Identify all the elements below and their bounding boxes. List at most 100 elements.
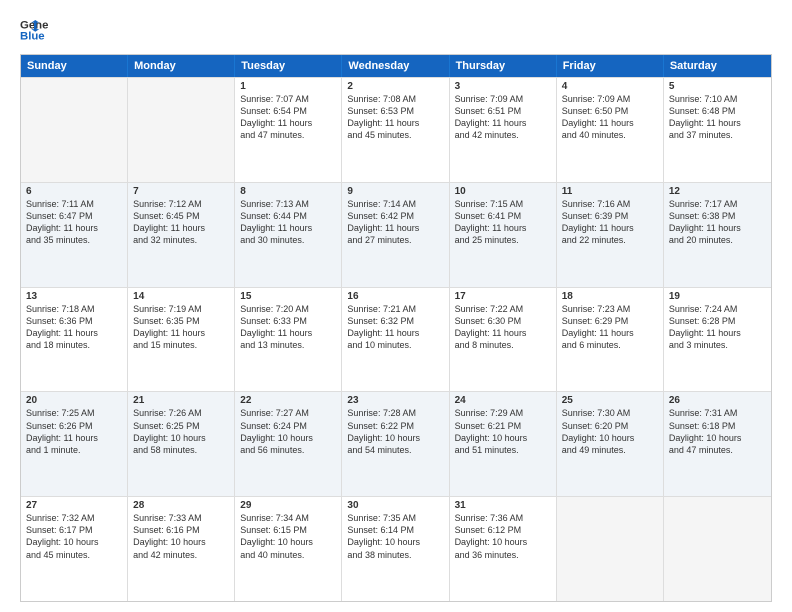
day-number: 19 bbox=[669, 291, 766, 302]
cell-line: Sunrise: 7:36 AM bbox=[455, 512, 551, 524]
cell-line: and 54 minutes. bbox=[347, 444, 443, 456]
cell-line: Sunset: 6:50 PM bbox=[562, 105, 658, 117]
day-number: 18 bbox=[562, 291, 658, 302]
cell-line: Sunset: 6:45 PM bbox=[133, 210, 229, 222]
cell-line: Sunrise: 7:16 AM bbox=[562, 198, 658, 210]
cell-line: Daylight: 11 hours bbox=[26, 222, 122, 234]
cell-line: Daylight: 11 hours bbox=[669, 222, 766, 234]
cell-line: and 3 minutes. bbox=[669, 339, 766, 351]
day-number: 31 bbox=[455, 500, 551, 511]
calendar-row-5: 27Sunrise: 7:32 AMSunset: 6:17 PMDayligh… bbox=[21, 496, 771, 601]
cal-cell-day-14: 14Sunrise: 7:19 AMSunset: 6:35 PMDayligh… bbox=[128, 288, 235, 392]
cell-line: Sunset: 6:32 PM bbox=[347, 315, 443, 327]
day-number: 28 bbox=[133, 500, 229, 511]
cal-cell-day-9: 9Sunrise: 7:14 AMSunset: 6:42 PMDaylight… bbox=[342, 183, 449, 287]
cell-line: Sunset: 6:21 PM bbox=[455, 420, 551, 432]
day-number: 15 bbox=[240, 291, 336, 302]
cell-line: Daylight: 11 hours bbox=[562, 117, 658, 129]
cell-line: and 42 minutes. bbox=[455, 129, 551, 141]
cal-cell-day-30: 30Sunrise: 7:35 AMSunset: 6:14 PMDayligh… bbox=[342, 497, 449, 601]
cell-line: Sunset: 6:16 PM bbox=[133, 524, 229, 536]
cell-line: Daylight: 11 hours bbox=[455, 222, 551, 234]
day-number: 10 bbox=[455, 186, 551, 197]
day-number: 1 bbox=[240, 81, 336, 92]
cell-line: and 47 minutes. bbox=[240, 129, 336, 141]
cal-cell-day-15: 15Sunrise: 7:20 AMSunset: 6:33 PMDayligh… bbox=[235, 288, 342, 392]
cell-line: Sunset: 6:20 PM bbox=[562, 420, 658, 432]
cell-line: Sunset: 6:12 PM bbox=[455, 524, 551, 536]
cell-line: Sunset: 6:15 PM bbox=[240, 524, 336, 536]
day-number: 22 bbox=[240, 395, 336, 406]
cell-line: and 42 minutes. bbox=[133, 549, 229, 561]
cal-cell-day-11: 11Sunrise: 7:16 AMSunset: 6:39 PMDayligh… bbox=[557, 183, 664, 287]
cell-line: Sunrise: 7:31 AM bbox=[669, 407, 766, 419]
cal-cell-day-26: 26Sunrise: 7:31 AMSunset: 6:18 PMDayligh… bbox=[664, 392, 771, 496]
day-number: 4 bbox=[562, 81, 658, 92]
cell-line: Sunset: 6:54 PM bbox=[240, 105, 336, 117]
cal-cell-day-18: 18Sunrise: 7:23 AMSunset: 6:29 PMDayligh… bbox=[557, 288, 664, 392]
cell-line: Daylight: 11 hours bbox=[347, 117, 443, 129]
cell-line: Sunrise: 7:15 AM bbox=[455, 198, 551, 210]
cell-line: and 1 minute. bbox=[26, 444, 122, 456]
cell-line: Sunrise: 7:17 AM bbox=[669, 198, 766, 210]
cal-cell-day-2: 2Sunrise: 7:08 AMSunset: 6:53 PMDaylight… bbox=[342, 78, 449, 182]
day-number: 13 bbox=[26, 291, 122, 302]
cell-line: Sunset: 6:26 PM bbox=[26, 420, 122, 432]
cal-cell-empty bbox=[21, 78, 128, 182]
cell-line: Sunrise: 7:09 AM bbox=[455, 93, 551, 105]
day-number: 20 bbox=[26, 395, 122, 406]
cell-line: Daylight: 11 hours bbox=[26, 432, 122, 444]
cell-line: and 49 minutes. bbox=[562, 444, 658, 456]
cell-line: Sunrise: 7:20 AM bbox=[240, 303, 336, 315]
cell-line: and 32 minutes. bbox=[133, 234, 229, 246]
cell-line: Sunset: 6:41 PM bbox=[455, 210, 551, 222]
cell-line: Sunrise: 7:22 AM bbox=[455, 303, 551, 315]
day-number: 7 bbox=[133, 186, 229, 197]
cell-line: and 58 minutes. bbox=[133, 444, 229, 456]
cell-line: Sunset: 6:28 PM bbox=[669, 315, 766, 327]
cal-cell-day-29: 29Sunrise: 7:34 AMSunset: 6:15 PMDayligh… bbox=[235, 497, 342, 601]
cell-line: and 40 minutes. bbox=[562, 129, 658, 141]
day-number: 16 bbox=[347, 291, 443, 302]
cell-line: Sunset: 6:25 PM bbox=[133, 420, 229, 432]
cell-line: and 20 minutes. bbox=[669, 234, 766, 246]
cell-line: Sunrise: 7:35 AM bbox=[347, 512, 443, 524]
cell-line: and 25 minutes. bbox=[455, 234, 551, 246]
day-number: 27 bbox=[26, 500, 122, 511]
cal-cell-day-23: 23Sunrise: 7:28 AMSunset: 6:22 PMDayligh… bbox=[342, 392, 449, 496]
header-day-sunday: Sunday bbox=[21, 55, 128, 77]
cell-line: Daylight: 11 hours bbox=[347, 327, 443, 339]
day-number: 26 bbox=[669, 395, 766, 406]
cell-line: Sunrise: 7:33 AM bbox=[133, 512, 229, 524]
cell-line: Sunset: 6:29 PM bbox=[562, 315, 658, 327]
cell-line: Sunrise: 7:28 AM bbox=[347, 407, 443, 419]
cell-line: Daylight: 10 hours bbox=[347, 432, 443, 444]
cell-line: Daylight: 10 hours bbox=[26, 536, 122, 548]
header-day-wednesday: Wednesday bbox=[342, 55, 449, 77]
logo: General Blue bbox=[20, 16, 48, 44]
header-day-thursday: Thursday bbox=[450, 55, 557, 77]
cell-line: and 8 minutes. bbox=[455, 339, 551, 351]
cell-line: Sunset: 6:22 PM bbox=[347, 420, 443, 432]
cell-line: Sunset: 6:17 PM bbox=[26, 524, 122, 536]
cell-line: Daylight: 11 hours bbox=[240, 117, 336, 129]
day-number: 25 bbox=[562, 395, 658, 406]
logo-icon: General Blue bbox=[20, 16, 48, 44]
cell-line: Daylight: 11 hours bbox=[26, 327, 122, 339]
cell-line: Sunrise: 7:11 AM bbox=[26, 198, 122, 210]
day-number: 30 bbox=[347, 500, 443, 511]
cell-line: and 35 minutes. bbox=[26, 234, 122, 246]
cell-line: Daylight: 11 hours bbox=[240, 327, 336, 339]
cell-line: and 38 minutes. bbox=[347, 549, 443, 561]
cal-cell-empty bbox=[664, 497, 771, 601]
cell-line: and 40 minutes. bbox=[240, 549, 336, 561]
day-number: 6 bbox=[26, 186, 122, 197]
cell-line: and 22 minutes. bbox=[562, 234, 658, 246]
cell-line: Sunset: 6:18 PM bbox=[669, 420, 766, 432]
cal-cell-day-6: 6Sunrise: 7:11 AMSunset: 6:47 PMDaylight… bbox=[21, 183, 128, 287]
calendar-header-row: SundayMondayTuesdayWednesdayThursdayFrid… bbox=[21, 55, 771, 77]
cell-line: Sunrise: 7:09 AM bbox=[562, 93, 658, 105]
cell-line: and 13 minutes. bbox=[240, 339, 336, 351]
cell-line: Sunset: 6:47 PM bbox=[26, 210, 122, 222]
cell-line: Sunrise: 7:19 AM bbox=[133, 303, 229, 315]
